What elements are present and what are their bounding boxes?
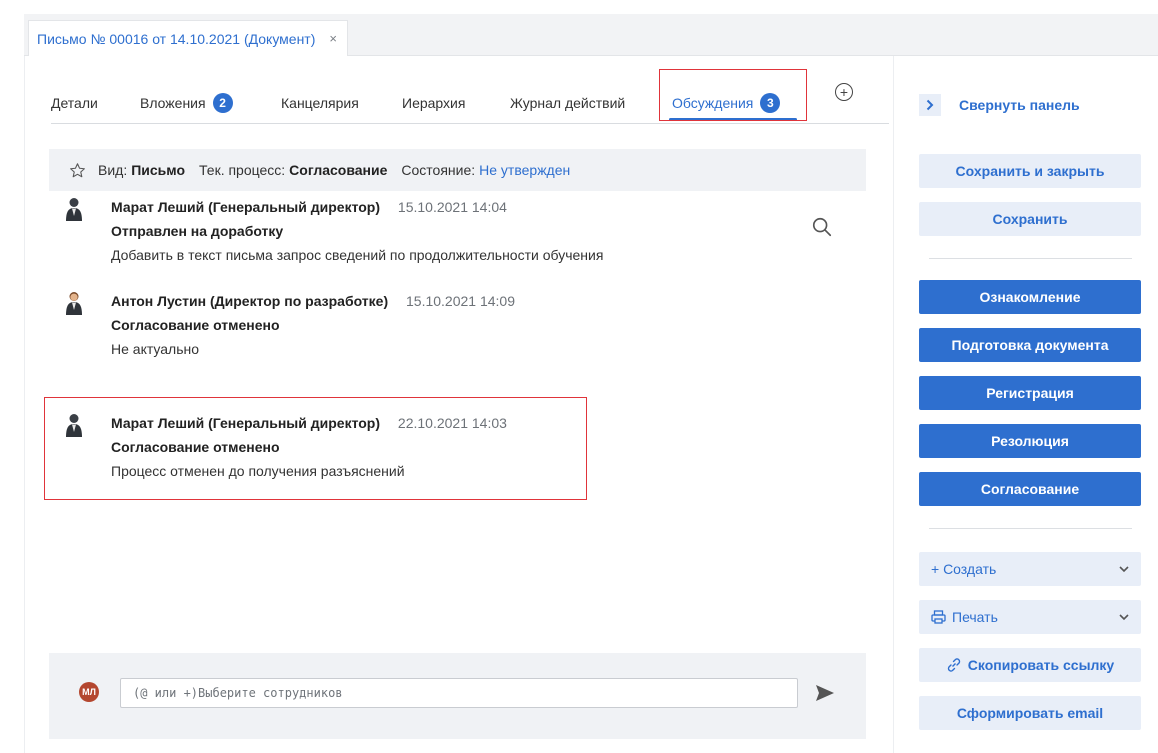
process-label: Тек. процесс: xyxy=(199,162,286,178)
document-tab-bar: Письмо № 00016 от 14.10.2021 (Документ) … xyxy=(24,14,1158,56)
print-label: Печать xyxy=(952,609,998,625)
avatar: МЛ xyxy=(79,682,99,702)
comment-text: Не актуально xyxy=(111,341,200,357)
star-icon[interactable] xyxy=(69,162,86,179)
state-label: Состояние: xyxy=(401,162,476,178)
process-approval-button[interactable]: Согласование xyxy=(919,472,1141,506)
document-tab-title[interactable]: Письмо № 00016 от 14.10.2021 (Документ) xyxy=(37,31,315,47)
document-info-bar: Вид: Письмо Тек. процесс: Согласование С… xyxy=(49,149,866,191)
kind-label: Вид: xyxy=(98,162,128,178)
plus-circle-icon[interactable]: + xyxy=(835,83,853,101)
comment-author[interactable]: Марат Леший (Генеральный директор) xyxy=(111,199,380,215)
user-avatar-icon xyxy=(66,292,82,315)
send-icon[interactable] xyxy=(815,684,835,702)
tab-details[interactable]: Детали xyxy=(51,82,98,124)
tab-label: Детали xyxy=(51,95,98,111)
divider xyxy=(929,258,1132,259)
comment-composer: МЛ xyxy=(49,653,866,739)
chevron-right-icon xyxy=(919,94,941,116)
process-familiarization-button[interactable]: Ознакомление xyxy=(919,280,1141,314)
comment-status: Согласование отменено xyxy=(111,317,280,333)
create-label: + Создать xyxy=(931,561,997,577)
divider xyxy=(929,528,1132,529)
active-tab-indicator xyxy=(669,118,797,121)
action-panel: Свернуть панель Сохранить и закрыть Сохр… xyxy=(893,56,1158,753)
document-tab[interactable]: Письмо № 00016 от 14.10.2021 (Документ) … xyxy=(28,20,348,56)
process-registration-button[interactable]: Регистрация xyxy=(919,376,1141,410)
chevron-down-icon xyxy=(1119,566,1129,573)
tab-action-log[interactable]: Журнал действий xyxy=(510,82,625,124)
link-icon xyxy=(947,658,960,672)
comment-status: Отправлен на доработку xyxy=(111,223,284,239)
collapse-panel-label: Свернуть панель xyxy=(959,97,1080,113)
process-document-preparation-button[interactable]: Подготовка документа xyxy=(919,328,1141,362)
comment-date: 15.10.2021 14:09 xyxy=(406,293,515,309)
comment-date: 15.10.2021 14:04 xyxy=(397,199,507,215)
comment-header: Марат Леший (Генеральный директор) 22.10… xyxy=(111,415,507,431)
process-resolution-button[interactable]: Резолюция xyxy=(919,424,1141,458)
save-and-close-button[interactable]: Сохранить и закрыть xyxy=(919,154,1141,188)
main-panel: Детали Вложения 2 Канцелярия Иерархия Жу… xyxy=(24,56,889,753)
save-button[interactable]: Сохранить xyxy=(919,202,1141,236)
copy-link-button[interactable]: Скопировать ссылку xyxy=(919,648,1141,682)
comment-author[interactable]: Антон Лустин (Директор по разработке) xyxy=(111,293,388,309)
comment-status: Согласование отменено xyxy=(111,439,280,455)
copy-link-label: Скопировать ссылку xyxy=(967,657,1115,673)
print-dropdown[interactable]: Печать xyxy=(919,600,1141,634)
printer-icon xyxy=(931,610,946,624)
user-avatar-icon xyxy=(66,414,82,437)
count-badge: 2 xyxy=(212,93,233,113)
tab-attachments[interactable]: Вложения 2 xyxy=(140,82,233,124)
create-email-button[interactable]: Сформировать email xyxy=(919,696,1141,730)
tab-label: Журнал действий xyxy=(510,95,626,111)
create-dropdown[interactable]: + Создать xyxy=(919,552,1141,586)
search-icon[interactable] xyxy=(811,216,833,238)
comment-header: Антон Лустин (Директор по разработке) 15… xyxy=(111,293,515,309)
tab-label: Вложения xyxy=(140,95,206,111)
tab-label: Обсуждения xyxy=(672,95,754,111)
comment-date: 22.10.2021 14:03 xyxy=(397,415,507,431)
tab-office[interactable]: Канцелярия xyxy=(281,82,359,124)
count-badge: 3 xyxy=(760,93,781,113)
state-value[interactable]: Не утвержден xyxy=(479,162,570,178)
tab-label: Канцелярия xyxy=(281,95,359,111)
comment-header: Марат Леший (Генеральный директор) 15.10… xyxy=(111,199,507,215)
close-icon[interactable]: × xyxy=(329,31,337,46)
employee-select-input[interactable] xyxy=(120,678,798,708)
tab-label: Иерархия xyxy=(402,95,466,111)
comment-text: Процесс отменен до получения разъяснений xyxy=(111,463,405,479)
comment-author[interactable]: Марат Леший (Генеральный директор) xyxy=(111,415,380,431)
collapse-panel-button[interactable]: Свернуть панель xyxy=(919,94,1080,116)
user-avatar-icon xyxy=(66,198,82,221)
kind-value: Письмо xyxy=(131,162,186,178)
tab-hierarchy[interactable]: Иерархия xyxy=(402,82,465,124)
process-value: Согласование xyxy=(289,162,388,178)
comment-text: Добавить в текст письма запрос сведений … xyxy=(111,247,604,263)
chevron-down-icon xyxy=(1119,614,1129,621)
